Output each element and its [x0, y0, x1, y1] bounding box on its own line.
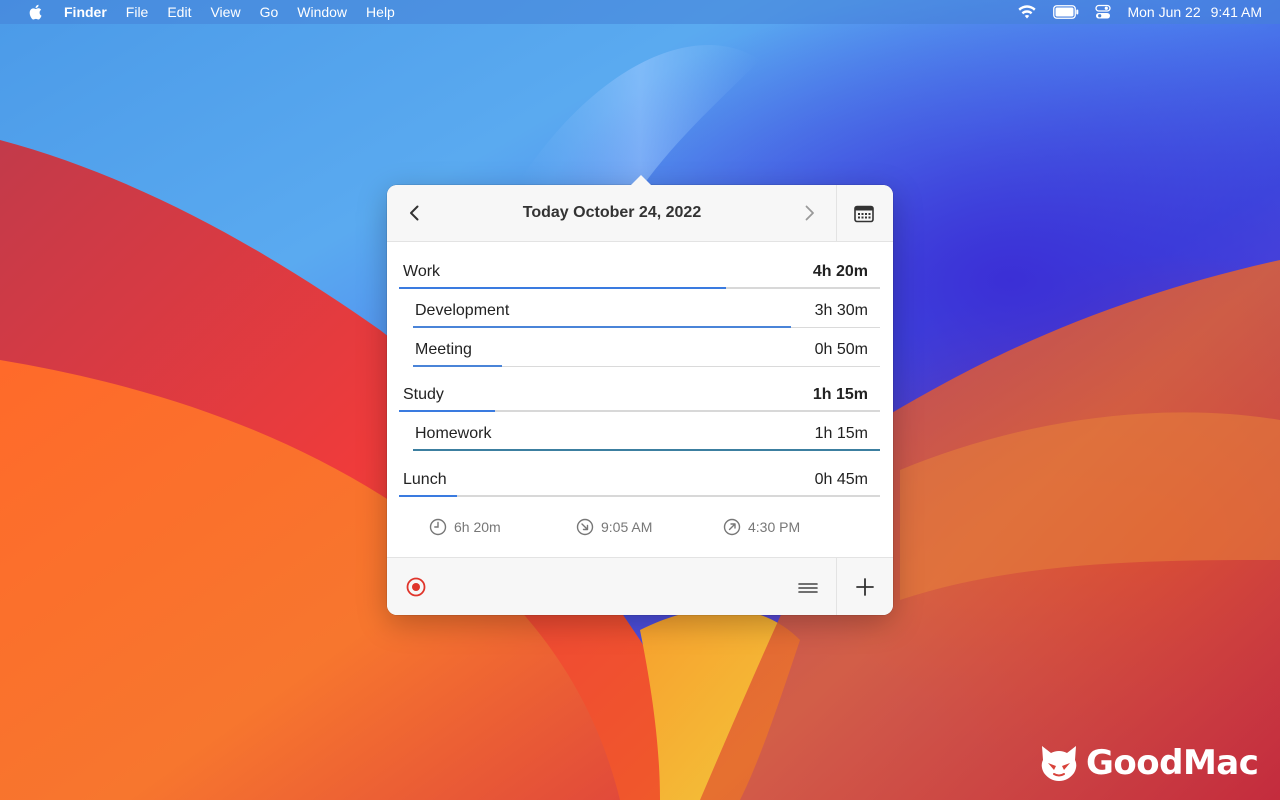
start-time-value: 9:05 AM [601, 519, 653, 535]
menu-help[interactable]: Help [366, 4, 395, 20]
menu-app-name[interactable]: Finder [64, 4, 107, 20]
progress-fill [399, 410, 496, 412]
menubar-date[interactable]: Mon Jun 22 [1127, 4, 1200, 20]
arrow-out-circle-icon [723, 518, 741, 536]
popover-footer [387, 557, 893, 615]
entry-duration: 0h 50m [814, 341, 868, 358]
total-time-value: 6h 20m [454, 519, 501, 535]
progress-track [399, 495, 880, 497]
menu-file[interactable]: File [126, 4, 149, 20]
progress-track [413, 365, 880, 367]
entry-label: Study [403, 386, 444, 403]
progress-fill [399, 287, 727, 289]
arrow-in-circle-icon [576, 518, 594, 536]
watermark-text: GoodMac [1086, 743, 1259, 783]
entry-duration: 3h 30m [814, 302, 868, 319]
goodmac-watermark: GoodMac [1038, 742, 1259, 784]
entry-duration: 0h 45m [814, 471, 868, 488]
progress-fill [413, 365, 502, 367]
add-icon[interactable] [854, 576, 876, 598]
progress-track [399, 410, 880, 412]
calendar-icon[interactable] [853, 203, 875, 225]
menu-view[interactable]: View [210, 4, 240, 20]
day-summary: 6h 20m 9:05 AM 4:30 PM [387, 518, 893, 542]
control-center-icon[interactable] [1095, 4, 1112, 20]
menubar-time[interactable]: 9:41 AM [1211, 4, 1262, 20]
popover-arrow [631, 175, 651, 185]
progress-track [399, 287, 880, 289]
category-row-work[interactable]: Work 4h 20m [399, 257, 880, 289]
end-time-stat: 4:30 PM [723, 518, 800, 536]
entry-label: Development [415, 302, 510, 319]
list-menu-icon[interactable] [797, 577, 819, 599]
previous-day-chevron-icon[interactable] [405, 203, 425, 223]
task-row-homework[interactable]: Homework 1h 15m [413, 419, 880, 451]
time-tracker-popover: Today October 24, 2022 Work 4h 20m Devel… [387, 175, 893, 615]
popover-header: Today October 24, 2022 [387, 185, 893, 242]
category-row-study[interactable]: Study 1h 15m [399, 380, 880, 412]
total-time-stat: 6h 20m [429, 518, 501, 536]
task-row-development[interactable]: Development 3h 30m [413, 296, 880, 328]
date-title: Today October 24, 2022 [522, 204, 702, 221]
entry-label: Lunch [403, 471, 447, 488]
entry-label: Homework [415, 425, 492, 442]
record-icon[interactable] [405, 576, 427, 598]
task-row-meeting[interactable]: Meeting 0h 50m [413, 335, 880, 367]
header-divider [836, 185, 837, 242]
entry-duration: 1h 15m [814, 425, 868, 442]
progress-fill [399, 495, 457, 497]
goodmac-logo-icon [1041, 746, 1077, 781]
end-time-value: 4:30 PM [748, 519, 801, 535]
entry-duration: 4h 20m [812, 263, 868, 280]
start-time-stat: 9:05 AM [576, 518, 652, 536]
progress-fill [413, 326, 792, 328]
entry-duration: 1h 15m [812, 386, 868, 403]
status-area: Mon Jun 22 9:41 AM [1001, 4, 1262, 20]
footer-divider [836, 558, 837, 615]
entry-label: Work [403, 263, 441, 280]
menu-go[interactable]: Go [260, 4, 279, 20]
category-row-lunch[interactable]: Lunch 0h 45m [399, 465, 880, 497]
menu-window[interactable]: Window [297, 4, 347, 20]
clock-icon [429, 518, 447, 536]
apple-logo-icon[interactable] [26, 2, 46, 22]
progress-track [413, 449, 880, 451]
entry-label: Meeting [415, 341, 472, 358]
battery-icon[interactable] [1053, 5, 1079, 19]
next-day-chevron-icon[interactable] [799, 203, 819, 223]
progress-fill [413, 449, 880, 451]
menu-edit[interactable]: Edit [167, 4, 191, 20]
wifi-icon[interactable] [1017, 4, 1037, 20]
progress-track [413, 326, 880, 328]
menu-bar: Finder File Edit View Go Window Help Mon… [0, 0, 1280, 24]
